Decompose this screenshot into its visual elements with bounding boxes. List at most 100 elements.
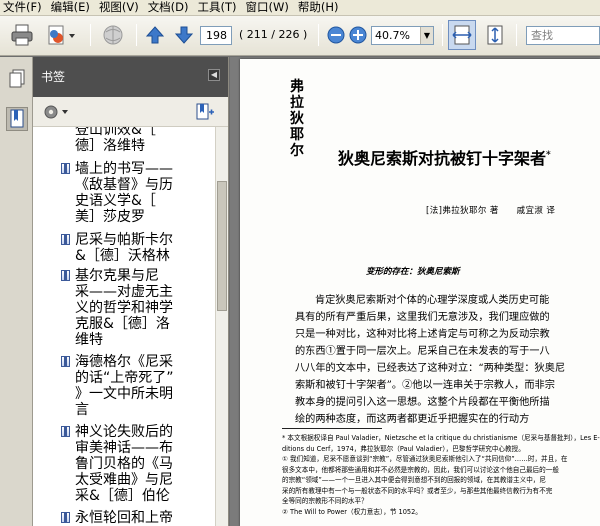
fit-page-icon xyxy=(487,25,503,45)
bookmark-item[interactable]: 神义论失败后的 审美神话——布 鲁门贝格的《马 太受难曲》与尼 采&［德］伯伦 xyxy=(61,424,209,504)
body-line: 只是一种对比，这种对比将上述肯定与可称之为反动宗教 xyxy=(295,329,550,340)
body-line: 教本身的提问引入这一思想。这整个片段都在平衡他所描 xyxy=(295,397,550,408)
section-subhead: 变形的存在：狄奥尼索斯 xyxy=(366,267,460,277)
body-line: 八八年的文本中，已经表达了这种对立：“两种类型：狄奥尼 xyxy=(295,363,566,374)
chevron-down-icon[interactable]: ▼ xyxy=(420,27,433,44)
previous-page-button[interactable] xyxy=(143,22,167,48)
zoom-value: 40.7% xyxy=(375,29,410,42)
footnote-line: ② The Will to Power（权力意志），节 1052。 xyxy=(282,507,422,516)
bookmarks-title: 书签 xyxy=(41,70,66,84)
byline: [法]弗拉狄耶尔 著 戚宜淑 译 xyxy=(426,206,556,216)
author-char: 弗 xyxy=(290,79,304,95)
bookmark-icon xyxy=(61,512,70,523)
body-line: 具有的所有严重后果，这里我们无意涉及，我们理应做的 xyxy=(295,312,550,323)
bookmark-label: 登山训效&［ 德］洛维特 xyxy=(75,127,156,154)
paperclip-page-icon xyxy=(48,25,75,45)
footnote-line: ① 我们知道，尼采不愿意谈到“宗教”，尽管通过狄奥尼索斯他引入了“共同信仰”……… xyxy=(282,455,568,463)
scrollbar-thumb[interactable] xyxy=(217,181,227,311)
globe-icon xyxy=(103,25,123,45)
bookmark-item[interactable]: 海德格尔《尼采 的话“上帝死了” 》一文中所未明 言 xyxy=(61,354,209,418)
bookmarks-panel: 书签 ◀ 登山训效&［ 德］洛维特 墙上的书写—— 《敌基督》与历 史语义学&［… xyxy=(33,57,229,526)
bookmark-label: 神义论失败后的 审美神话——布 鲁门贝格的《马 太受难曲》与尼 采&［德］伯伦 xyxy=(75,424,173,504)
fit-width-icon xyxy=(452,25,472,45)
menu-view[interactable]: 视图(V) xyxy=(96,0,145,15)
pages-icon xyxy=(9,69,25,88)
footnotes: * 本文根据权译自 Paul Valadier，Nietzsche et la … xyxy=(282,433,600,517)
footnote-line: 很多文本中，他都将那些通用和并不必然是宗教的，因此，我们可以讨论这个他自己最后的… xyxy=(282,465,559,474)
page-count: ( 211 / 226 ) xyxy=(239,28,308,41)
bookmarks-panel-button[interactable] xyxy=(6,107,28,131)
minus-circle-icon xyxy=(327,26,345,44)
bookmark-item[interactable]: 永恒轮回和上帝 已［美］阿久 xyxy=(61,510,209,526)
bookmark-icon xyxy=(61,356,70,367)
footnote-divider xyxy=(282,428,382,429)
footnote-line: * 本文根据权译自 Paul Valadier，Nietzsche et la … xyxy=(282,434,600,442)
bookmark-label: 墙上的书写—— 《敌基督》与历 史语义学&［ 美］莎皮罗 xyxy=(75,161,173,225)
search-input[interactable]: 查找 xyxy=(526,26,600,45)
body-line: 肯定狄奥尼索斯对个体的心理学深度或人类历史可能 xyxy=(315,295,550,306)
title-footnote-mark: * xyxy=(546,150,551,161)
menu-window[interactable]: 窗口(W) xyxy=(243,0,295,15)
bookmark-label: 海德格尔《尼采 的话“上帝死了” 》一文中所未明 言 xyxy=(75,354,174,418)
arrow-down-icon xyxy=(174,26,194,44)
footnote-line: 全等同的宗教形不同的水平？ xyxy=(282,497,368,505)
menu-document[interactable]: 文档(D) xyxy=(145,0,195,15)
article-title: 狄奥尼索斯对抗被钉十字架者* xyxy=(338,145,551,169)
author-char: 尔 xyxy=(290,143,304,159)
menu-edit[interactable]: 编辑(E) xyxy=(48,0,96,15)
menu-help[interactable]: 帮助(H) xyxy=(295,0,345,15)
footnote-line: 的宗教“领域”——一个一旦进入其中便会得到意想不到的回报的领域，在其教谱主义中，… xyxy=(282,476,546,484)
zoom-in-button[interactable] xyxy=(348,22,368,48)
printer-icon xyxy=(11,24,33,46)
share-button[interactable] xyxy=(98,22,128,48)
bookmark-label: 尼采与帕斯卡尔 &［德］沃格林 xyxy=(75,232,173,264)
toolbar: 198 ( 211 / 226 ) 40.7% ▼ 查找 xyxy=(0,16,600,56)
bookmark-icon xyxy=(10,109,24,128)
menu-bar: 文件(F) 编辑(E) 视图(V) 文档(D) 工具(T) 窗口(W) 帮助(H… xyxy=(0,0,600,16)
zoom-out-button[interactable] xyxy=(326,22,346,48)
fit-width-button[interactable] xyxy=(448,20,476,50)
arrow-up-icon xyxy=(145,26,165,44)
author-char: 狄 xyxy=(290,111,304,127)
bookmark-icon xyxy=(61,234,70,245)
pdf-page: 弗 拉 狄 耶 尔 狄奥尼索斯对抗被钉十字架者* [法]弗拉狄耶尔 著 戚宜淑 … xyxy=(240,59,600,526)
navigation-rail xyxy=(0,57,33,526)
bookmark-item[interactable]: 尼采与帕斯卡尔 &［德］沃格林 xyxy=(61,232,209,264)
plus-circle-icon xyxy=(349,26,367,44)
bookmark-list: 登山训效&［ 德］洛维特 墙上的书写—— 《敌基督》与历 史语义学&［ 美］莎皮… xyxy=(33,127,216,526)
page-number-input[interactable]: 198 xyxy=(200,26,232,45)
pages-panel-button[interactable] xyxy=(6,67,28,91)
body-line: 索斯和被钉十字架者”。②他以一连串关于宗教人，而非宗 xyxy=(295,380,555,391)
menu-file[interactable]: 文件(F) xyxy=(0,0,48,15)
bookmarks-toolbar xyxy=(33,97,228,127)
body-line: 的东西①置于同一层次上。尼采自己在未发表的写于一八 xyxy=(295,346,550,357)
bookmark-label: 永恒轮回和上帝 已［美］阿久 xyxy=(75,510,173,526)
bookmark-scrollbar[interactable] xyxy=(215,127,228,526)
body-line: 绘的两种态度，而这两者都更近乎把握实在的行动方 xyxy=(295,414,530,425)
collapse-panel-icon[interactable]: ◀ xyxy=(208,69,220,81)
document-view[interactable]: 弗 拉 狄 耶 尔 狄奥尼索斯对抗被钉十字架者* [法]弗拉狄耶尔 著 戚宜淑 … xyxy=(230,57,600,526)
vertical-author-name: 弗 拉 狄 耶 尔 xyxy=(290,79,306,159)
bookmarks-header: 书签 ◀ xyxy=(33,57,228,97)
author-char: 拉 xyxy=(290,95,304,111)
footnote-line: ditions du Cerf，1974，弗拉狄耶尔（Paul Valadier… xyxy=(282,444,525,453)
bookmark-label: 基尔克果与尼 采——对虚无主 义的哲学和神学 克服&［德］洛 维特 xyxy=(75,268,173,348)
menu-tools[interactable]: 工具(T) xyxy=(195,0,243,15)
attach-button[interactable] xyxy=(44,22,78,48)
bookmark-icon xyxy=(61,163,70,174)
next-page-button[interactable] xyxy=(172,22,196,48)
body-text: 肯定狄奥尼索斯对个体的心理学深度或人类历史可能 具有的所有严重后果，这里我们无意… xyxy=(295,292,595,428)
bookmark-item[interactable]: 基尔克果与尼 采——对虚无主 义的哲学和神学 克服&［德］洛 维特 xyxy=(61,268,209,348)
bookmark-item[interactable]: 墙上的书写—— 《敌基督》与历 史语义学&［ 美］莎皮罗 xyxy=(61,161,209,225)
zoom-select[interactable]: 40.7% ▼ xyxy=(371,26,434,45)
bookmark-icon xyxy=(61,426,70,437)
new-bookmark-icon[interactable] xyxy=(195,103,215,121)
bookmark-item[interactable]: 登山训效&［ 德］洛维特 xyxy=(75,127,209,154)
bookmark-icon xyxy=(61,270,70,281)
footnote-line: 采的所有教理中有一个与一般状态不同的水平吗？或者至少，与那些其他最终信教行为有不… xyxy=(282,486,553,495)
gear-icon[interactable] xyxy=(43,103,69,121)
print-button[interactable] xyxy=(8,22,36,48)
article-title-text: 狄奥尼索斯对抗被钉十字架者 xyxy=(338,149,547,168)
author-char: 耶 xyxy=(290,127,304,143)
fit-page-button[interactable] xyxy=(482,22,508,48)
